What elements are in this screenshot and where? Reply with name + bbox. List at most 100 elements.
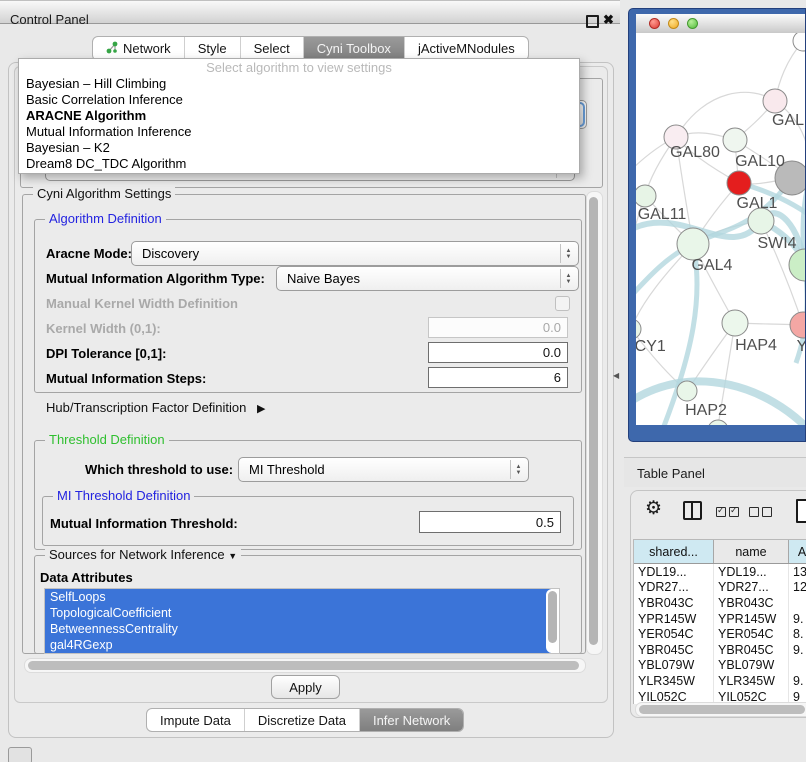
attribute-item[interactable]: gal4RGexp	[45, 637, 551, 653]
column-header[interactable]: shared...	[634, 540, 714, 563]
network-canvas[interactable]: GALGAL80GAL10GAL1GAL11SWI4GAL4GCY1HAP4YH…	[636, 33, 805, 425]
node-label: Y	[797, 338, 805, 355]
settings-vertical-scrollbar[interactable]	[586, 191, 603, 655]
node-label: GAL1	[737, 195, 778, 212]
network-node-y[interactable]	[790, 312, 805, 338]
network-edge[interactable]	[676, 92, 775, 137]
data-attributes-list[interactable]: SelfLoopsTopologicalCoefficientBetweenne…	[44, 588, 560, 654]
table-horizontal-scrollbar[interactable]	[635, 702, 806, 717]
network-node-gal10[interactable]	[723, 128, 747, 152]
dropdown-item[interactable]: Basic Correlation Inference	[19, 92, 579, 108]
mi-threshold-field[interactable]: 0.5	[419, 511, 561, 533]
window-close-icon[interactable]	[649, 18, 660, 29]
gear-icon[interactable]: ⚙	[645, 497, 662, 520]
aracne-mode-combobox[interactable]: Discovery ▲▼	[131, 241, 579, 266]
network-window-titlebar[interactable]	[636, 14, 805, 34]
table-cell: YPR145W	[714, 611, 789, 627]
table-row[interactable]: YDR27...YDR27...12	[634, 580, 806, 596]
table-cell: YBL079W	[714, 658, 789, 674]
network-node[interactable]	[708, 420, 728, 425]
attributes-scrollbar[interactable]	[546, 589, 558, 653]
sources-legend[interactable]: Sources for Network Inference ▼	[45, 547, 241, 562]
settings-horizontal-scrollbar[interactable]	[24, 658, 586, 673]
new-table-icon[interactable]	[796, 499, 806, 523]
dropdown-item[interactable]: Bayesian – K2	[19, 140, 579, 156]
mi-threshold-legend: MI Threshold Definition	[53, 488, 194, 503]
splitter-collapse-icon[interactable]: ◀	[613, 371, 619, 380]
table-row[interactable]: YBR045CYBR045C9.	[634, 642, 806, 658]
hub-definition-expander[interactable]: Hub/Transcription Factor Definition ▶	[46, 400, 265, 415]
tab-impute-data[interactable]: Impute Data	[147, 709, 244, 731]
network-node[interactable]	[789, 249, 805, 281]
node-table[interactable]: shared...nameA YDL19...YDL19...13YDR27..…	[633, 539, 806, 704]
table-row[interactable]: YDL19...YDL19...13	[634, 564, 806, 580]
network-node[interactable]	[793, 33, 805, 51]
network-node-gal11[interactable]	[636, 185, 656, 207]
table-panel-title: Table Panel	[637, 466, 705, 481]
tab-style[interactable]: Style	[184, 37, 240, 60]
network-node-gal4[interactable]	[677, 228, 709, 260]
network-view-window[interactable]: GALGAL80GAL10GAL1GAL11SWI4GAL4GCY1HAP4YH…	[628, 8, 806, 442]
tab-label: Cyni Toolbox	[317, 41, 391, 56]
window-minimize-icon[interactable]	[668, 18, 679, 29]
table-row[interactable]: YBR043CYBR043C	[634, 595, 806, 611]
table-cell: YBR045C	[634, 642, 714, 658]
aracne-mode-value: Discovery	[142, 242, 199, 265]
split-columns-icon[interactable]	[683, 501, 702, 520]
node-label: GAL11	[638, 206, 687, 223]
sources-legend-text: Sources for Network Inference	[49, 547, 225, 562]
network-node-gcy1[interactable]	[636, 319, 641, 339]
window-zoom-icon[interactable]	[687, 18, 698, 29]
tab-label: Style	[198, 41, 227, 56]
manual-kernel-width-checkbox[interactable]	[555, 296, 570, 311]
kernel-width-field[interactable]: 0.0	[428, 317, 568, 338]
which-threshold-combobox[interactable]: MI Threshold ▲▼	[238, 457, 529, 482]
combo-stepper-icon[interactable]: ▲▼	[510, 460, 526, 479]
table-cell: YLR345W	[714, 673, 789, 689]
apply-button[interactable]: Apply	[271, 675, 340, 699]
column-header[interactable]: A	[789, 540, 806, 563]
collapse-down-icon[interactable]: ▼	[228, 551, 237, 561]
table-cell: YBR043C	[634, 595, 714, 611]
network-node-hap4[interactable]	[722, 310, 748, 336]
node-label: SWI4	[757, 235, 796, 252]
network-node-gal1[interactable]	[727, 171, 751, 195]
minimized-panel-icon[interactable]	[8, 747, 32, 762]
network-node-hap2[interactable]	[677, 381, 697, 401]
table-panel-titlebar: Table Panel	[624, 457, 806, 487]
table-row[interactable]: YER054CYER054C8.	[634, 626, 806, 642]
select-all-columns-icon[interactable]	[716, 504, 742, 522]
dropdown-item[interactable]: ARACNE Algorithm	[19, 108, 579, 124]
float-panel-icon[interactable]	[586, 15, 599, 28]
attribute-item[interactable]: BetweennessCentrality	[45, 621, 551, 637]
node-label: GAL10	[735, 153, 785, 170]
table-cell	[789, 658, 806, 674]
column-header[interactable]: name	[714, 540, 789, 563]
attribute-item[interactable]: TopologicalCoefficient	[45, 605, 551, 621]
close-icon[interactable]: ✖	[603, 12, 614, 28]
network-node-gal[interactable]	[763, 89, 787, 113]
table-row[interactable]: YLR345WYLR345W9.	[634, 673, 806, 689]
deselect-all-columns-icon[interactable]	[749, 504, 775, 522]
tab-cyni-toolbox[interactable]: Cyni Toolbox	[303, 37, 404, 60]
attribute-item[interactable]: SelfLoops	[45, 589, 551, 605]
algorithm-dropdown-list: Select algorithm to view settings Bayesi…	[18, 58, 580, 174]
tab-infer-network[interactable]: Infer Network	[359, 709, 463, 731]
table-cell: YLR345W	[634, 673, 714, 689]
mi-algorithm-type-combobox[interactable]: Naive Bayes ▲▼	[276, 266, 579, 291]
tab-select[interactable]: Select	[240, 37, 303, 60]
expander-right-icon[interactable]: ▶	[257, 403, 265, 415]
dpi-tolerance-field[interactable]: 0.0	[428, 342, 568, 363]
which-threshold-value: MI Threshold	[249, 458, 325, 481]
table-row[interactable]: YBL079WYBL079W	[634, 658, 806, 674]
combo-stepper-icon[interactable]: ▲▼	[560, 269, 576, 288]
dropdown-item[interactable]: Bayesian – Hill Climbing	[19, 76, 579, 92]
combo-stepper-icon[interactable]: ▲▼	[560, 244, 576, 263]
mi-steps-field[interactable]: 6	[428, 367, 568, 388]
tab-discretize-data[interactable]: Discretize Data	[244, 709, 359, 731]
table-row[interactable]: YPR145WYPR145W9.	[634, 611, 806, 627]
dropdown-item[interactable]: Mutual Information Inference	[19, 124, 579, 140]
dropdown-item[interactable]: Dream8 DC_TDC Algorithm	[19, 156, 579, 172]
tab-jactivemnodules[interactable]: jActiveMNodules	[404, 37, 528, 60]
tab-network[interactable]: Network	[93, 37, 184, 60]
